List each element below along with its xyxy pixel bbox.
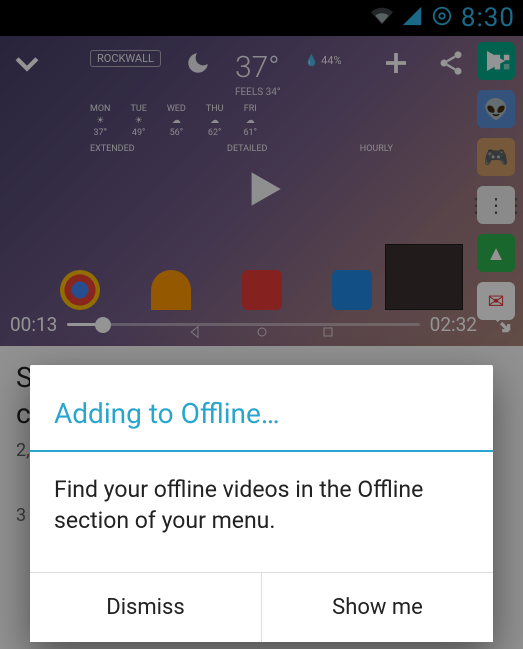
show-me-button[interactable]: Show me [262,573,493,642]
offline-dialog: Adding to Offline… Find your offline vid… [30,365,493,642]
dialog-body: Find your offline videos in the Offline … [30,452,493,572]
dialog-title: Adding to Offline… [30,365,493,452]
dismiss-button[interactable]: Dismiss [30,573,262,642]
